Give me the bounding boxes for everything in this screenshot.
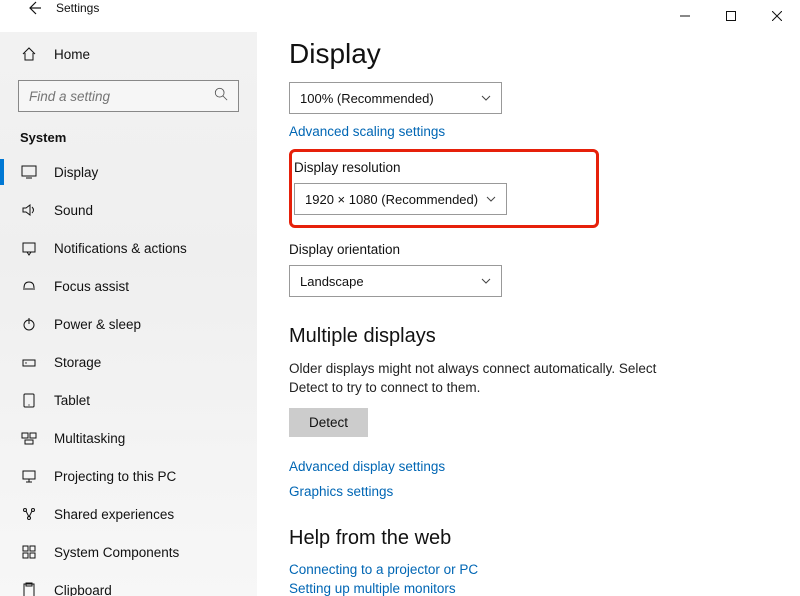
sidebar-item-label: Notifications & actions — [54, 241, 187, 256]
sidebar-item-label: Power & sleep — [54, 317, 141, 332]
titlebar — [0, 0, 800, 32]
storage-icon — [20, 354, 38, 370]
power-icon — [20, 316, 38, 332]
sidebar-item-sound[interactable]: Sound — [0, 191, 257, 229]
clipboard-icon — [20, 582, 38, 596]
scrollbar[interactable] — [794, 32, 800, 596]
sidebar-item-multitasking[interactable]: Multitasking — [0, 419, 257, 457]
search-icon — [214, 87, 228, 106]
sidebar-item-label: Shared experiences — [54, 507, 174, 522]
chevron-down-icon — [486, 194, 496, 204]
back-button[interactable] — [20, 0, 48, 22]
sidebar-item-focus-assist[interactable]: Focus assist — [0, 267, 257, 305]
help-heading: Help from the web — [289, 527, 768, 550]
sidebar-item-label: Focus assist — [54, 279, 129, 294]
sidebar: Settings Home System Display Sound — [0, 32, 257, 596]
display-icon — [20, 164, 38, 180]
sidebar-item-label: Display — [54, 165, 98, 180]
sidebar-item-system-components[interactable]: System Components — [0, 533, 257, 571]
help-link-monitors[interactable]: Setting up multiple monitors — [289, 581, 768, 596]
notifications-icon — [20, 240, 38, 256]
sidebar-item-label: Storage — [54, 355, 101, 370]
resolution-highlight: Display resolution 1920 × 1080 (Recommen… — [289, 149, 599, 228]
window-title: Settings — [56, 1, 99, 15]
multiple-displays-body: Older displays might not always connect … — [289, 360, 689, 398]
chevron-down-icon — [481, 276, 491, 286]
multiple-displays-heading: Multiple displays — [289, 325, 768, 348]
sidebar-item-clipboard[interactable]: Clipboard — [0, 571, 257, 596]
shared-icon — [20, 506, 38, 522]
sidebar-item-label: Tablet — [54, 393, 90, 408]
projecting-icon — [20, 468, 38, 484]
home-nav[interactable]: Home — [0, 36, 257, 72]
sound-icon — [20, 202, 38, 218]
components-icon — [20, 544, 38, 560]
sidebar-item-storage[interactable]: Storage — [0, 343, 257, 381]
page-title: Display — [289, 38, 768, 70]
tablet-icon — [20, 392, 38, 408]
sidebar-item-label: Clipboard — [54, 583, 112, 596]
resolution-dropdown[interactable]: 1920 × 1080 (Recommended) — [294, 183, 507, 215]
advanced-scaling-link[interactable]: Advanced scaling settings — [289, 124, 768, 139]
search-input-wrap[interactable] — [18, 80, 239, 112]
sidebar-item-tablet[interactable]: Tablet — [0, 381, 257, 419]
orientation-dropdown[interactable]: Landscape — [289, 265, 502, 297]
resolution-label: Display resolution — [294, 160, 588, 175]
sidebar-item-notifications[interactable]: Notifications & actions — [0, 229, 257, 267]
scale-value: 100% (Recommended) — [300, 91, 434, 106]
sidebar-item-label: System Components — [54, 545, 179, 560]
maximize-button[interactable] — [708, 0, 754, 32]
sidebar-item-label: Multitasking — [54, 431, 125, 446]
sidebar-item-projecting[interactable]: Projecting to this PC — [0, 457, 257, 495]
sidebar-item-power-sleep[interactable]: Power & sleep — [0, 305, 257, 343]
orientation-value: Landscape — [300, 274, 364, 289]
orientation-label: Display orientation — [289, 242, 768, 257]
sidebar-item-label: Sound — [54, 203, 93, 218]
sidebar-item-shared-experiences[interactable]: Shared experiences — [0, 495, 257, 533]
scale-dropdown[interactable]: 100% (Recommended) — [289, 82, 502, 114]
minimize-button[interactable] — [662, 0, 708, 32]
sidebar-item-display[interactable]: Display — [0, 153, 257, 191]
chevron-down-icon — [481, 93, 491, 103]
content-pane: Display 100% (Recommended) Advanced scal… — [257, 32, 800, 596]
graphics-settings-link[interactable]: Graphics settings — [289, 484, 768, 499]
category-label: System — [0, 122, 257, 153]
focus-assist-icon — [20, 278, 38, 294]
advanced-display-link[interactable]: Advanced display settings — [289, 459, 768, 474]
detect-button[interactable]: Detect — [289, 408, 368, 437]
close-button[interactable] — [754, 0, 800, 32]
nav-list: Display Sound Notifications & actions Fo… — [0, 153, 257, 596]
home-icon — [20, 46, 38, 62]
multitasking-icon — [20, 430, 38, 446]
sidebar-item-label: Projecting to this PC — [54, 469, 176, 484]
help-link-projector[interactable]: Connecting to a projector or PC — [289, 562, 768, 577]
search-input[interactable] — [29, 89, 209, 104]
resolution-value: 1920 × 1080 (Recommended) — [305, 192, 478, 207]
home-label: Home — [54, 47, 90, 62]
